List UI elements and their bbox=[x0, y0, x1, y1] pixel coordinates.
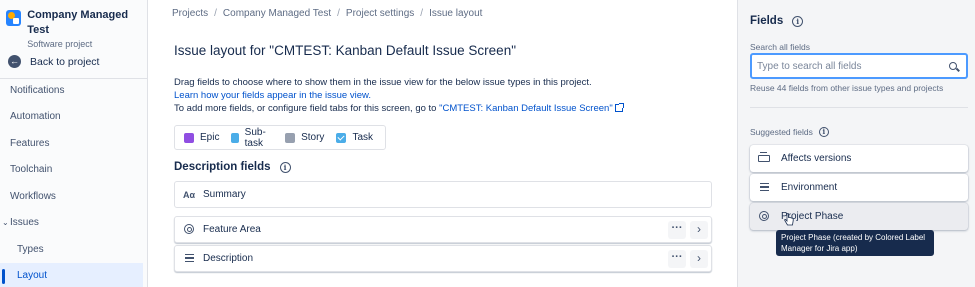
search-field[interactable] bbox=[750, 53, 968, 79]
suggested-title-label: Suggested fields bbox=[750, 127, 813, 137]
breadcrumb-projects[interactable]: Projects bbox=[172, 8, 208, 19]
epic-icon bbox=[184, 132, 194, 143]
sidebar-item-label: Issues bbox=[10, 217, 39, 228]
desc-line: To add more fields, or configure field t… bbox=[174, 102, 624, 115]
issue-type-story: Story bbox=[285, 132, 324, 143]
breadcrumb-settings[interactable]: Project settings bbox=[346, 8, 414, 19]
issue-type-epic: Epic bbox=[184, 132, 219, 143]
suggested-field-environment[interactable]: Environment bbox=[750, 174, 968, 201]
summary-icon: Aα bbox=[183, 189, 196, 200]
task-icon bbox=[336, 132, 347, 143]
suggested-field-label: Affects versions bbox=[781, 153, 852, 164]
page-title: Issue layout for "CMTEST: Kanban Default… bbox=[174, 43, 516, 58]
field-description[interactable]: Description ··· › bbox=[174, 245, 712, 272]
chevron-down-icon: ⌄ bbox=[2, 218, 9, 227]
sidebar-item-notifications[interactable]: Notifications bbox=[0, 78, 143, 104]
info-icon[interactable]: i bbox=[792, 15, 804, 27]
project-header[interactable]: Company Managed Test Software project bbox=[6, 8, 147, 50]
tooltip: Project Phase (created by Colored Label … bbox=[776, 230, 934, 256]
sidebar-item-layout[interactable]: Layout bbox=[0, 263, 143, 287]
sidebar-item-workflows[interactable]: Workflows bbox=[0, 184, 143, 210]
project-type: Software project bbox=[27, 39, 93, 49]
paragraph-icon bbox=[757, 182, 771, 193]
field-feature-area[interactable]: Feature Area ··· › bbox=[174, 216, 712, 243]
chevron-right-icon[interactable]: › bbox=[690, 249, 708, 268]
learn-more-link[interactable]: Learn how your fields appear in the issu… bbox=[174, 89, 623, 102]
suggested-field-project-phase[interactable]: Project Phase bbox=[750, 203, 968, 230]
section-title-label: Description fields bbox=[174, 161, 271, 173]
breadcrumb-issue-layout[interactable]: Issue layout bbox=[429, 8, 482, 19]
breadcrumb: Projects / Company Managed Test / Project … bbox=[172, 8, 483, 19]
issue-type-task: Task bbox=[336, 132, 373, 143]
fields-title-label: Fields bbox=[750, 15, 784, 27]
suggested-field-affects-versions[interactable]: Affects versions bbox=[750, 145, 968, 172]
reuse-fields-text: Reuse 44 fields from other issue types a… bbox=[750, 83, 944, 93]
info-icon[interactable]: i bbox=[818, 127, 829, 137]
paragraph-icon bbox=[183, 253, 195, 264]
more-options-button[interactable]: ··· bbox=[668, 220, 686, 239]
search-icon bbox=[949, 62, 957, 70]
sidebar: Company Managed Test Software project ← … bbox=[0, 0, 148, 287]
divider bbox=[750, 107, 968, 108]
info-icon[interactable]: i bbox=[279, 161, 291, 173]
sidebar-item-automation[interactable]: Automation bbox=[0, 104, 143, 130]
suggested-fields-title: Suggested fields i bbox=[750, 127, 829, 137]
issue-type-subtask: Sub-task bbox=[231, 127, 273, 149]
project-avatar bbox=[6, 10, 22, 26]
sidebar-item-types[interactable]: Types bbox=[0, 237, 143, 263]
field-summary[interactable]: Aα Summary bbox=[174, 181, 712, 208]
suggested-field-label: Environment bbox=[781, 182, 838, 193]
breadcrumb-project[interactable]: Company Managed Test bbox=[223, 8, 331, 19]
field-label: Summary bbox=[203, 189, 246, 200]
sidebar-item-toolchain[interactable]: Toolchain bbox=[0, 157, 143, 183]
desc-line: Drag fields to choose where to show them… bbox=[174, 77, 592, 88]
arrow-left-icon: ← bbox=[8, 55, 21, 68]
sidebar-item-features[interactable]: Features bbox=[0, 131, 143, 157]
issue-type-label: Task bbox=[352, 132, 373, 143]
story-icon bbox=[285, 132, 296, 143]
select-field-icon bbox=[183, 224, 195, 235]
issue-type-label: Sub-task bbox=[244, 126, 266, 149]
page-description: Drag fields to choose where to show them… bbox=[174, 76, 624, 115]
field-label: Description bbox=[203, 253, 254, 264]
more-options-button[interactable]: ··· bbox=[668, 249, 686, 268]
subtask-icon bbox=[231, 132, 239, 143]
desc-prefix: To add more fields, or configure field t… bbox=[174, 103, 440, 114]
screen-link[interactable]: "CMTEST: Kanban Default Issue Screen" bbox=[439, 103, 613, 114]
issue-types-list: Epic Sub-task Story Task bbox=[174, 125, 386, 150]
back-label: Back to project bbox=[30, 55, 100, 68]
search-label: Search all fields bbox=[750, 42, 811, 52]
fields-panel-title: Fields i bbox=[750, 15, 804, 27]
external-link-icon bbox=[614, 103, 624, 112]
versions-icon bbox=[757, 151, 771, 164]
sidebar-item-issues[interactable]: ⌄Issues bbox=[0, 210, 143, 236]
search-input[interactable] bbox=[752, 60, 949, 72]
hand-cursor-icon bbox=[784, 213, 794, 226]
chevron-right-icon[interactable]: › bbox=[690, 220, 708, 239]
description-fields-title: Description fields i bbox=[174, 161, 291, 173]
issue-type-label: Story bbox=[301, 132, 325, 143]
field-label: Feature Area bbox=[203, 224, 261, 235]
select-field-icon bbox=[757, 211, 771, 222]
issue-type-label: Epic bbox=[200, 132, 220, 143]
back-to-project-link[interactable]: ← Back to project bbox=[8, 55, 99, 68]
project-name: Company Managed Test bbox=[27, 9, 129, 36]
